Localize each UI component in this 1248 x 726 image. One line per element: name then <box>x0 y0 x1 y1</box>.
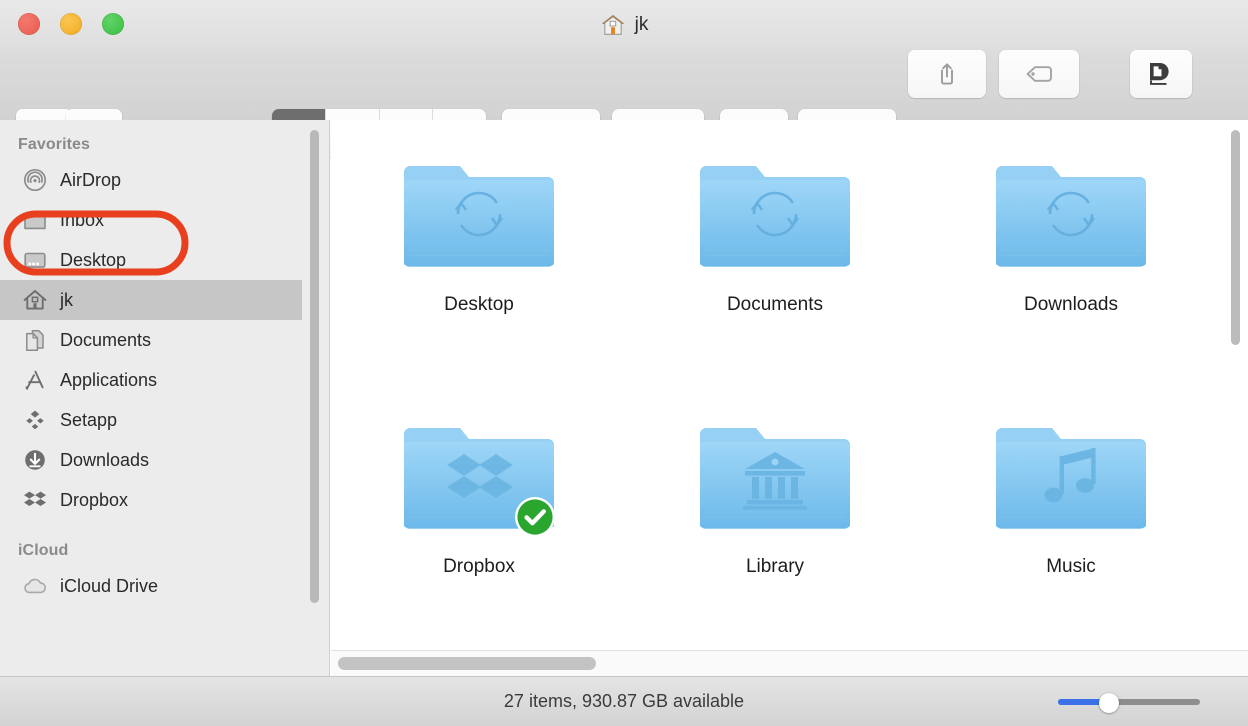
folder-icon-wrap <box>404 152 554 276</box>
dropbox-icon <box>22 487 48 513</box>
file-item[interactable]: Documents <box>627 120 923 382</box>
applications-icon <box>22 367 48 393</box>
file-item-label: Documents <box>726 294 824 315</box>
sidebar-item-label: Dropbox <box>60 489 129 510</box>
content-vertical-scrollbar[interactable] <box>1231 130 1240 345</box>
sidebar-item-label: Desktop <box>60 249 127 270</box>
folder-icon <box>22 207 48 233</box>
file-icon-view: Desktop Documents Downloads Dropbox Libr… <box>331 120 1248 676</box>
content-horizontal-scrollbar-track <box>331 650 1248 676</box>
status-bar: 27 items, 930.87 GB available <box>0 676 1248 726</box>
file-item-label: Music <box>1046 556 1096 577</box>
documents-icon <box>22 327 48 353</box>
sidebar-item-label: Documents <box>60 329 152 350</box>
cloud-icon <box>22 573 48 599</box>
sidebar-section-header-icloud: iCloud <box>18 542 69 559</box>
sidebar-item-inbox[interactable]: Inbox <box>0 200 329 240</box>
folder-icon-wrap <box>700 152 850 276</box>
sidebar-item-label: AirDrop <box>60 169 122 190</box>
sidebar-item-label: Downloads <box>60 449 150 470</box>
window-title: jk <box>0 10 1248 40</box>
home-icon <box>22 287 48 313</box>
file-item[interactable]: Music <box>923 382 1219 644</box>
sidebar-item-airdrop[interactable]: AirDrop <box>0 160 329 200</box>
green-check-badge <box>515 497 555 537</box>
file-item[interactable]: Desktop <box>331 120 627 382</box>
icon-size-slider[interactable] <box>1055 693 1203 713</box>
file-item-label: Library <box>745 556 805 577</box>
window-title-text: jk <box>634 14 649 35</box>
sidebar-item-label: Setapp <box>60 409 118 430</box>
slider-knob[interactable] <box>1099 693 1119 713</box>
sidebar-item-desktop[interactable]: Desktop <box>0 240 329 280</box>
title-bar: jk <box>0 0 1248 50</box>
file-item-label: Desktop <box>444 294 514 315</box>
tag-button[interactable] <box>999 50 1079 98</box>
sidebar-scrollbar[interactable] <box>310 130 319 603</box>
airdrop-icon <box>22 167 48 193</box>
sidebar-item-dropbox[interactable]: Dropbox <box>0 480 329 520</box>
folder-icon <box>996 166 1146 267</box>
desktop-icon <box>22 247 48 273</box>
folder-icon-wrap <box>996 152 1146 276</box>
file-item[interactable]: Library <box>627 382 923 644</box>
finder-window: jk Favorites AirDrop Inbox Desktop jk Do… <box>0 0 1248 726</box>
file-item-label: Dropbox <box>443 556 515 577</box>
sidebar-item-label: iCloud Drive <box>60 575 159 596</box>
toolbar <box>0 50 1248 157</box>
folder-icon <box>700 428 850 529</box>
file-item[interactable]: Downloads <box>923 120 1219 382</box>
folder-icon <box>404 166 554 267</box>
sidebar: Favorites AirDrop Inbox Desktop jk Docum… <box>0 120 330 676</box>
tag-icon <box>1026 66 1052 82</box>
folder-icon-wrap <box>996 414 1146 538</box>
file-item-label: Downloads <box>1024 294 1118 315</box>
devonthink-sorter-icon <box>1150 63 1169 85</box>
setapp-icon <box>22 407 48 433</box>
downloads-icon <box>22 447 48 473</box>
share-icon <box>941 63 953 85</box>
sidebar-item-setapp[interactable]: Setapp <box>0 400 329 440</box>
sidebar-item-documents[interactable]: Documents <box>0 320 329 360</box>
content-horizontal-scrollbar[interactable] <box>338 657 596 670</box>
sidebar-item-applications[interactable]: Applications <box>0 360 329 400</box>
folder-icon <box>700 166 850 267</box>
folder-icon-wrap <box>700 414 850 538</box>
share-button[interactable] <box>908 50 986 98</box>
file-item[interactable]: Dropbox <box>331 382 627 644</box>
devonthink-sorter-button[interactable] <box>1130 50 1192 98</box>
sidebar-item-label: jk <box>60 289 73 310</box>
folder-icon <box>996 428 1146 529</box>
sidebar-item-downloads[interactable]: Downloads <box>0 440 329 480</box>
home-folder-icon <box>601 14 624 35</box>
folder-icon-wrap <box>404 414 555 538</box>
sidebar-item-icloud-drive[interactable]: iCloud Drive <box>0 566 329 606</box>
sidebar-item-label: Inbox <box>60 209 105 230</box>
sidebar-section-header-favorites: Favorites <box>18 136 91 153</box>
sidebar-item-label: Applications <box>60 369 158 390</box>
sidebar-item-jk[interactable]: jk <box>0 280 302 320</box>
